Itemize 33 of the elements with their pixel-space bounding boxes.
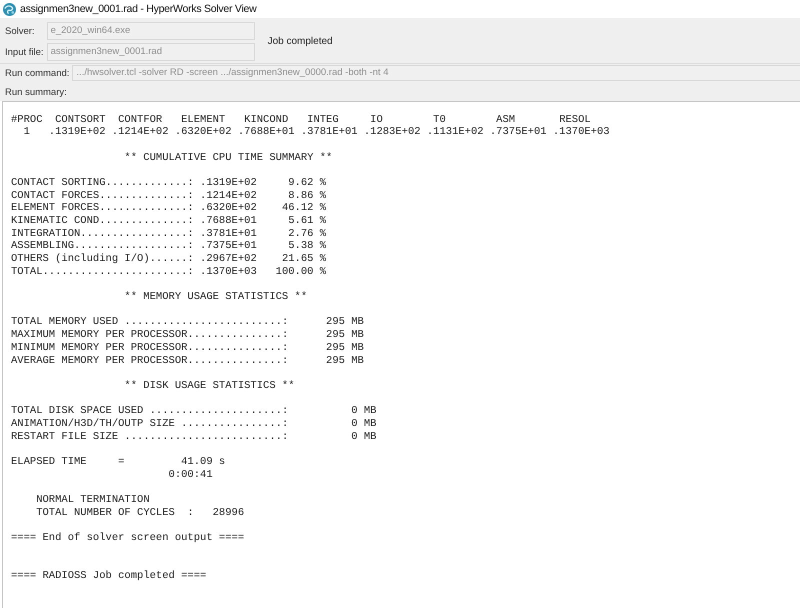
statistics-line: TOTAL MEMORY USED .........................: 295 MB — [11, 316, 364, 330]
input-file-label: Input file: — [5, 46, 44, 58]
statistics-line: ASSEMBLING..................: .7375E+01 5.38 % — [11, 240, 326, 253]
proc-table-row: 1 .1319E+02 .1214E+02 .6320E+02 .7688E+01 .3781E+01 .1283E+02 .1131E+02 .7375E+01 .1370E+03 — [24, 126, 610, 139]
statistics-line: ELEMENT FORCES..............: .6320E+02 46.12 % — [11, 202, 326, 215]
statistics-line: CONTACT SORTING.............: .1319E+02 9.62 % — [11, 176, 326, 190]
termination-line: TOTAL NUMBER OF CYCLES : 28996 — [36, 506, 244, 520]
statistics-line: MAXIMUM MEMORY PER PROCESSOR...............: 295 MB — [11, 329, 364, 342]
section-heading: ** DISK USAGE STATISTICS ** — [124, 380, 295, 393]
elapsed-clock: 0:00:41 — [168, 468, 213, 482]
solver-label: Solver: — [5, 26, 35, 36]
elapsed-time-line: ELAPSED TIME = 41.09 s — [11, 456, 226, 469]
app-icon — [3, 2, 16, 16]
run-summary-label: Run summary: — [4, 87, 68, 98]
statistics-line: MINIMUM MEMORY PER PROCESSOR...............: 295 MB — [11, 342, 364, 354]
statistics-line: KINEMATIC COND..............: .7688E+01 5.61 % — [11, 214, 326, 228]
statistics-line: RESTART FILE SIZE .........................: 0 MB — [11, 430, 376, 444]
statistics-line: TOTAL.......................: .1370E+03 100.00 % — [11, 266, 326, 278]
statistics-line: INTEGRATION.................: .3781E+01 2.76 % — [11, 228, 326, 240]
window-title: assignmen3new_0001.rad - HyperWorks Solver View — [20, 3, 256, 15]
section-heading: ** MEMORY USAGE STATISTICS ** — [124, 291, 308, 304]
termination-line: NORMAL TERMINATION — [36, 494, 150, 507]
statistics-line: ANIMATION/H3D/TH/OUTP SIZE ................: 0 MB — [11, 418, 376, 431]
section-heading: ** CUMULATIVE CPU TIME SUMMARY ** — [124, 152, 332, 164]
job-status: Job completed — [268, 36, 333, 47]
end-of-output-message: ==== End of solver screen output ==== — [11, 532, 244, 545]
statistics-line: CONTACT FORCES..............: .1214E+02 8.86 % — [11, 190, 326, 202]
statistics-line: OTHERS (including I/O)......: .2967E+02 21.65 % — [11, 253, 326, 266]
statistics-line: AVERAGE MEMORY PER PROCESSOR...............: 295 MB — [11, 354, 364, 368]
proc-table-header: #PROC CONTSORT CONTFOR ELEMENT KINCOND INTEG IO T0 ASM RESOL — [11, 114, 591, 126]
job-completed-message: ==== RADIOSS Job completed ==== — [11, 570, 206, 583]
statistics-line: TOTAL DISK SPACE USED .....................: 0 MB — [11, 405, 376, 418]
run-command-label: Run command: — [5, 68, 70, 78]
